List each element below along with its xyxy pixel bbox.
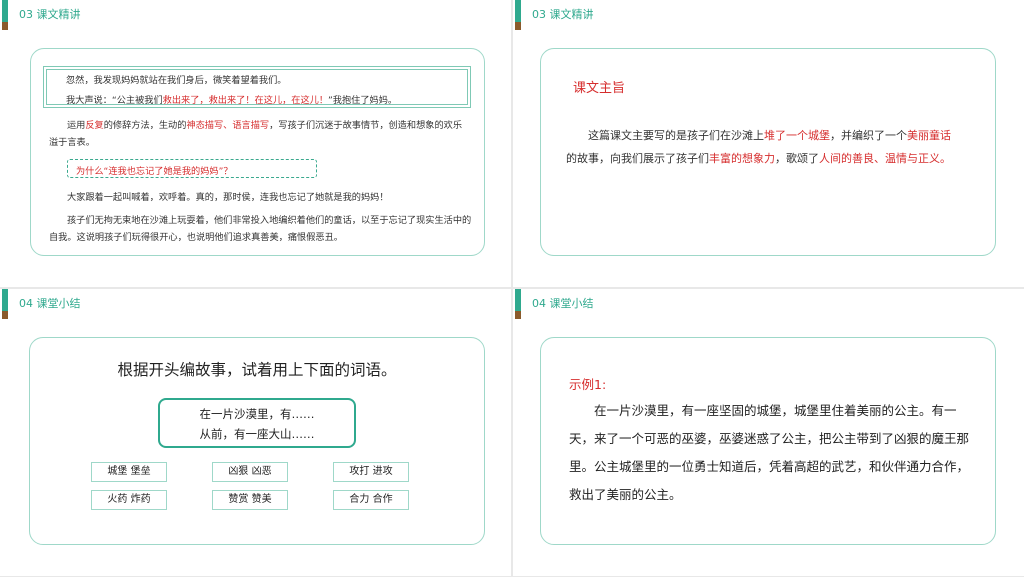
highlight-text: 堆了一个城堡 xyxy=(764,129,830,142)
example-title: 示例1: xyxy=(569,377,607,392)
story-start-box: 在一片沙漠里，有…… 从前，有一座大山…… xyxy=(158,398,356,448)
word-chip: 合力 合作 xyxy=(333,490,409,510)
slide-summary-1[interactable]: 04 课堂小结 根据开头编故事，试着用上下面的词语。 在一片沙漠里，有…… 从前… xyxy=(0,289,511,576)
story-start-line: 在一片沙漠里，有…… xyxy=(199,407,315,421)
task-title: 根据开头编故事，试着用上下面的词语。 xyxy=(117,361,397,379)
example-paragraph: 在一片沙漠里，有一座坚固的城堡，城堡里住着美丽的公主。有一天，来了一个可恶的巫婆… xyxy=(569,403,970,502)
accent-bar xyxy=(2,289,8,319)
word-chip: 赞赏 赞美 xyxy=(212,490,288,510)
quote-line-1: 忽然，我发现妈妈就站在我们身后，微笑着望着我们。 xyxy=(66,75,287,86)
highlight-text: 美丽童话 xyxy=(907,129,951,142)
highlight-text: 救出来了，救出来了！在这儿，在这儿！ xyxy=(162,95,329,106)
theme-title: 课文主旨 xyxy=(573,81,626,96)
accent-bar xyxy=(515,289,521,319)
analysis-paragraph-2: 大家跟着一起叫喊着，欢呼着。真的，那时侯，连我也忘记了她就是我的妈妈！ xyxy=(67,192,389,203)
section-header: 04 课堂小结 xyxy=(19,297,81,310)
slide-text-analysis-2[interactable]: 03 课文精讲 课文主旨 这篇课文主要写的是孩子们在沙滩上堆了一个城堡，并编织了… xyxy=(513,0,1024,287)
accent-bar xyxy=(2,0,8,30)
content-card: 示例1: 在一片沙漠里，有一座坚固的城堡，城堡里住着美丽的公主。有一天，来了一个… xyxy=(540,337,996,545)
quote-box: 忽然，我发现妈妈就站在我们身后，微笑着望着我们。 我大声说：“公主被我们救出来了… xyxy=(43,66,471,108)
slide-text-analysis-1[interactable]: 03 课文精讲 忽然，我发现妈妈就站在我们身后，微笑着望着我们。 我大声说：“公… xyxy=(0,0,511,287)
word-chip: 火药 炸药 xyxy=(91,490,167,510)
section-header: 04 课堂小结 xyxy=(532,297,594,310)
section-header: 03 课文精讲 xyxy=(532,8,594,21)
highlight-text: 神态描写、语言描写 xyxy=(186,120,270,131)
highlight-text: 人间的善良、温情与正义。 xyxy=(819,152,951,165)
highlight-text: 丰富的想象力 xyxy=(709,152,775,165)
question-text: 为什么“连我也忘记了她是我的妈妈”？ xyxy=(76,166,233,177)
content-card: 根据开头编故事，试着用上下面的词语。 在一片沙漠里，有…… 从前，有一座大山……… xyxy=(29,337,485,545)
question-box: 为什么“连我也忘记了她是我的妈妈”？ xyxy=(67,159,317,178)
content-card: 课文主旨 这篇课文主要写的是孩子们在沙滩上堆了一个城堡，并编织了一个美丽童话的故… xyxy=(540,48,996,256)
word-chip: 凶狠 凶恶 xyxy=(212,462,288,482)
word-chip: 攻打 进攻 xyxy=(333,462,409,482)
analysis-paragraph-3: 孩子们无拘无束地在沙滩上玩耍着，他们非常投入地编织着他们的童话，以至于忘记了现实… xyxy=(49,215,472,243)
story-start-line: 从前，有一座大山…… xyxy=(199,427,315,441)
analysis-paragraph-1: 运用反复的修辞方法，生动的神态描写、语言描写，写孩子们沉迷于故事情节，创造和想象… xyxy=(49,120,463,148)
theme-paragraph: 这篇课文主要写的是孩子们在沙滩上堆了一个城堡，并编织了一个美丽童话的故事，向我们… xyxy=(566,129,951,165)
highlight-text: 反复 xyxy=(85,120,104,131)
quote-line-2: 我大声说：“公主被我们救出来了，救出来了！在这儿，在这儿！”我抱住了妈妈。 xyxy=(66,95,398,106)
word-chip: 城堡 堡垒 xyxy=(91,462,167,482)
content-card: 忽然，我发现妈妈就站在我们身后，微笑着望着我们。 我大声说：“公主被我们救出来了… xyxy=(30,48,485,256)
slide-summary-2[interactable]: 04 课堂小结 示例1: 在一片沙漠里，有一座坚固的城堡，城堡里住着美丽的公主。… xyxy=(513,289,1024,576)
section-header: 03 课文精讲 xyxy=(19,8,81,21)
accent-bar xyxy=(515,0,521,30)
